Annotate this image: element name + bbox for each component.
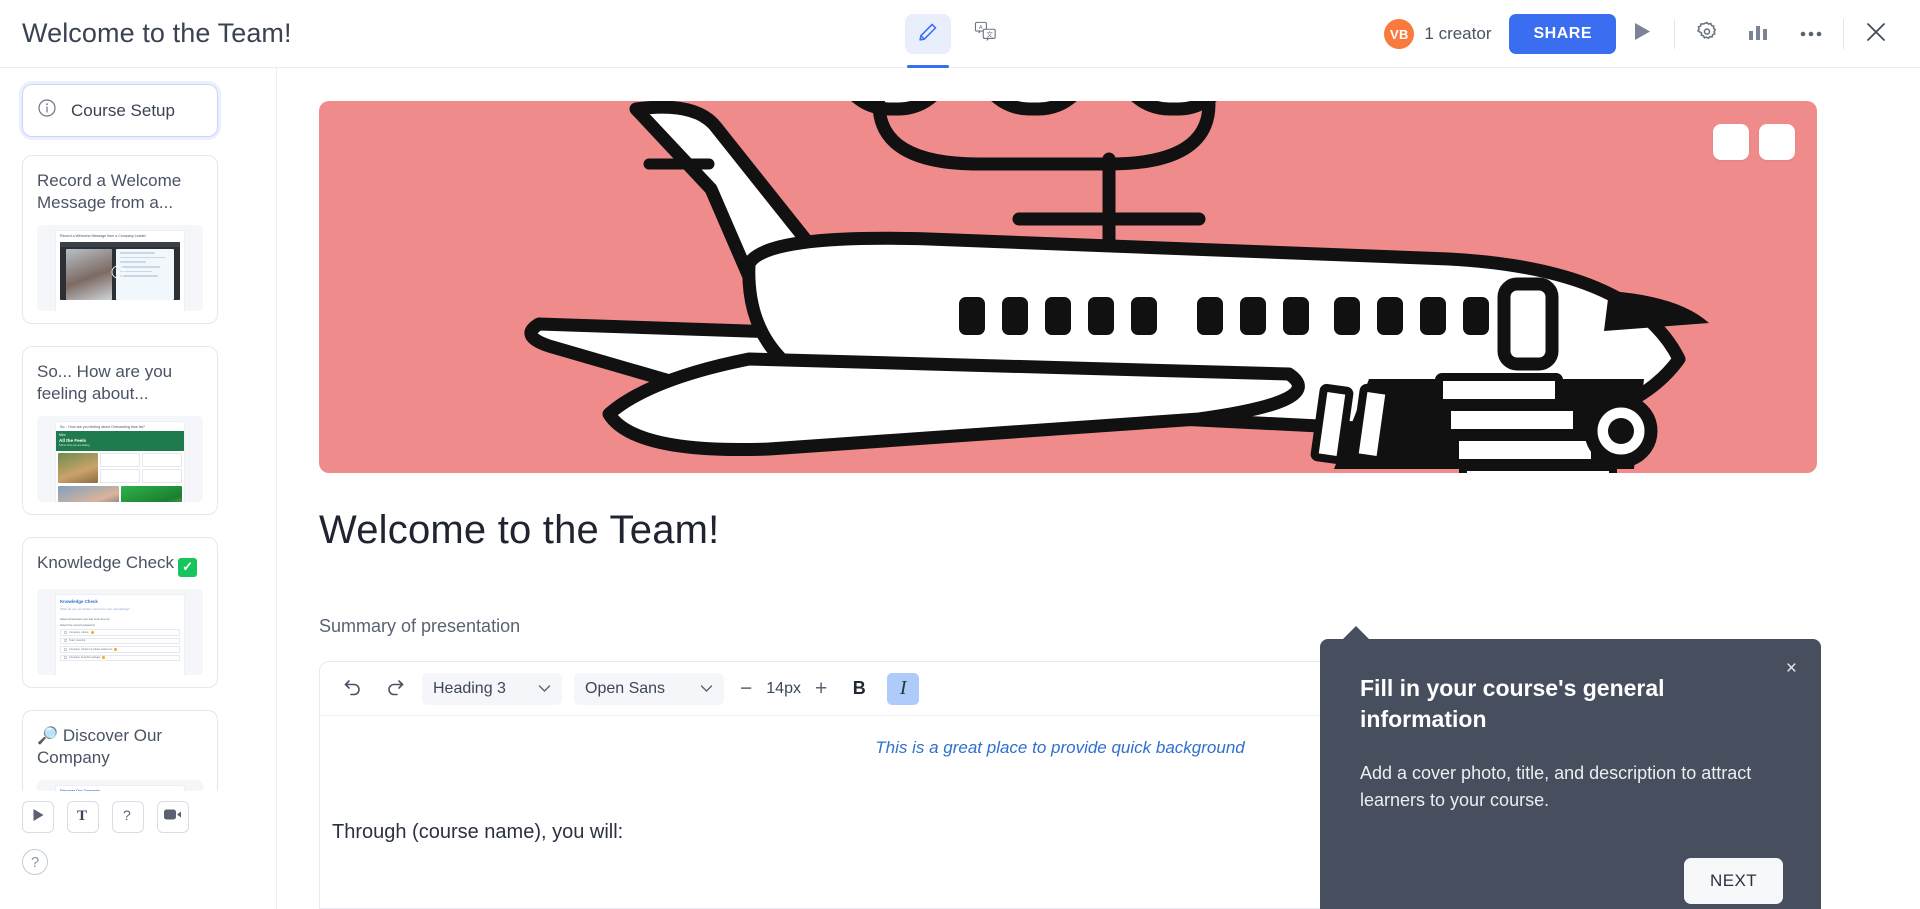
thumb-caption: So... How are you feeling about Onboardi…	[60, 425, 145, 430]
complete-badge: ✓	[178, 558, 198, 578]
list-item[interactable]: Record a Welcome Message from a... Recor…	[22, 155, 218, 325]
analytics-icon	[1747, 21, 1771, 48]
settings-button[interactable]	[1681, 8, 1733, 60]
tooltip-next-button[interactable]: NEXT	[1684, 858, 1783, 904]
add-text-button[interactable]: T	[67, 801, 99, 833]
close-icon	[1864, 20, 1888, 49]
close-tooltip-button[interactable]: ×	[1786, 659, 1797, 678]
slide-thumbnail: Record a Welcome Message from a Company …	[37, 225, 203, 312]
coach-tooltip: × Fill in your course's general informat…	[1320, 626, 1821, 909]
creator-count-label: 1 creator	[1424, 24, 1492, 43]
cover-image[interactable]	[319, 101, 1817, 473]
chevron-down-icon	[538, 680, 551, 698]
font-size-value: 14px	[766, 679, 801, 697]
slides-sidebar: Course Setup Record a Welcome Message fr…	[0, 68, 277, 909]
slide-title-text: Knowledge Check	[37, 553, 175, 573]
bold-button[interactable]: B	[843, 673, 875, 705]
slide-thumbnail: Discover Our Company	[37, 780, 203, 791]
creator-chip[interactable]: VB 1 creator	[1384, 19, 1491, 49]
svg-text:文: 文	[987, 29, 994, 38]
question-icon: ?	[121, 807, 136, 828]
pencil-icon	[917, 21, 939, 48]
main-content: Welcome to the Team! Summary of presenta…	[277, 68, 1920, 909]
header-divider-2	[1843, 19, 1844, 49]
sidebar-toolbar: T ? ?	[0, 791, 276, 909]
text-icon: T	[76, 807, 91, 827]
tab-edit[interactable]	[905, 14, 951, 68]
help-button[interactable]: ?	[22, 849, 48, 875]
more-options-button[interactable]	[1785, 8, 1837, 60]
svg-text:?: ?	[123, 807, 131, 823]
play-icon	[1634, 22, 1651, 46]
slide-title: 🔎 Discover Our Company	[37, 726, 163, 767]
editor-body-text: Through (course name), you will:	[332, 821, 624, 843]
svg-text:T: T	[77, 808, 87, 822]
paragraph-style-select[interactable]: Heading 3	[422, 672, 562, 705]
list-item[interactable]: So... How are you feeling about... So...…	[22, 346, 218, 516]
list-item[interactable]: Knowledge Check ✓ Knowledge Check What do…	[22, 537, 218, 689]
chevron-down-icon	[700, 680, 713, 698]
slide-thumbnail: So... How are you feeling about Onboardi…	[37, 416, 203, 503]
thumb-caption: Record a Welcome Message from a Company …	[60, 234, 146, 239]
slide-title: So... How are you feeling about...	[37, 362, 173, 403]
app-header: Welcome to the Team! A 文 VB 1 creator SH…	[0, 0, 1920, 68]
airplane-illustration	[524, 101, 1709, 473]
svg-text:A: A	[979, 24, 983, 30]
paragraph-style-value: Heading 3	[433, 679, 506, 697]
increase-font-size-button[interactable]: +	[815, 678, 827, 699]
sidebar-item-label: Course Setup	[71, 100, 175, 120]
cover-actions	[1713, 124, 1795, 160]
slides-list[interactable]: Course Setup Record a Welcome Message fr…	[0, 68, 276, 791]
translate-icon: A 文	[974, 21, 998, 48]
add-recording-button[interactable]	[157, 801, 189, 833]
decrease-font-size-button[interactable]: −	[740, 678, 752, 699]
header-divider-1	[1674, 19, 1675, 49]
document-title[interactable]: Welcome to the Team!	[319, 508, 719, 553]
font-family-value: Open Sans	[585, 679, 666, 697]
mode-tabs: A 文	[905, 0, 1009, 68]
undo-icon	[343, 676, 363, 701]
list-item[interactable]: 🔎 Discover Our Company Discover Our Comp…	[22, 710, 218, 791]
tooltip-body: Add a cover photo, title, and descriptio…	[1360, 763, 1752, 810]
more-icon	[1799, 25, 1823, 43]
page-title: Welcome to the Team!	[22, 18, 292, 48]
redo-icon	[385, 676, 405, 701]
thumb-video-preview	[60, 242, 180, 301]
add-question-button[interactable]: ?	[112, 801, 144, 833]
document-subtitle[interactable]: Summary of presentation	[319, 616, 520, 637]
thumb-caption: Knowledge Check	[60, 599, 98, 605]
font-size-stepper[interactable]: − 14px +	[740, 678, 827, 699]
slide-title: Knowledge Check ✓	[37, 552, 203, 578]
camera-icon	[164, 808, 182, 826]
remove-cover-button[interactable]	[1759, 124, 1795, 160]
tooltip-title: Fill in your course's general informatio…	[1360, 675, 1665, 732]
preview-play-button[interactable]	[1616, 8, 1668, 60]
close-button[interactable]	[1850, 8, 1902, 60]
sidebar-item-course-setup[interactable]: Course Setup	[22, 84, 218, 137]
font-family-select[interactable]: Open Sans	[574, 672, 724, 705]
info-icon	[37, 98, 57, 123]
share-button[interactable]: SHARE	[1509, 14, 1616, 54]
add-video-button[interactable]	[22, 801, 54, 833]
analytics-button[interactable]	[1733, 8, 1785, 60]
slide-title: Record a Welcome Message from a...	[37, 171, 182, 212]
header-actions: VB 1 creator SHARE	[1384, 0, 1902, 68]
play-icon	[32, 808, 45, 827]
redo-button[interactable]	[380, 674, 410, 704]
tab-translate[interactable]: A 文	[963, 14, 1009, 54]
slide-thumbnail: Knowledge Check What do you remember mos…	[37, 589, 203, 676]
gear-icon	[1695, 20, 1719, 49]
italic-button[interactable]: I	[887, 672, 920, 705]
avatar: VB	[1384, 19, 1415, 49]
undo-button[interactable]	[338, 674, 368, 704]
